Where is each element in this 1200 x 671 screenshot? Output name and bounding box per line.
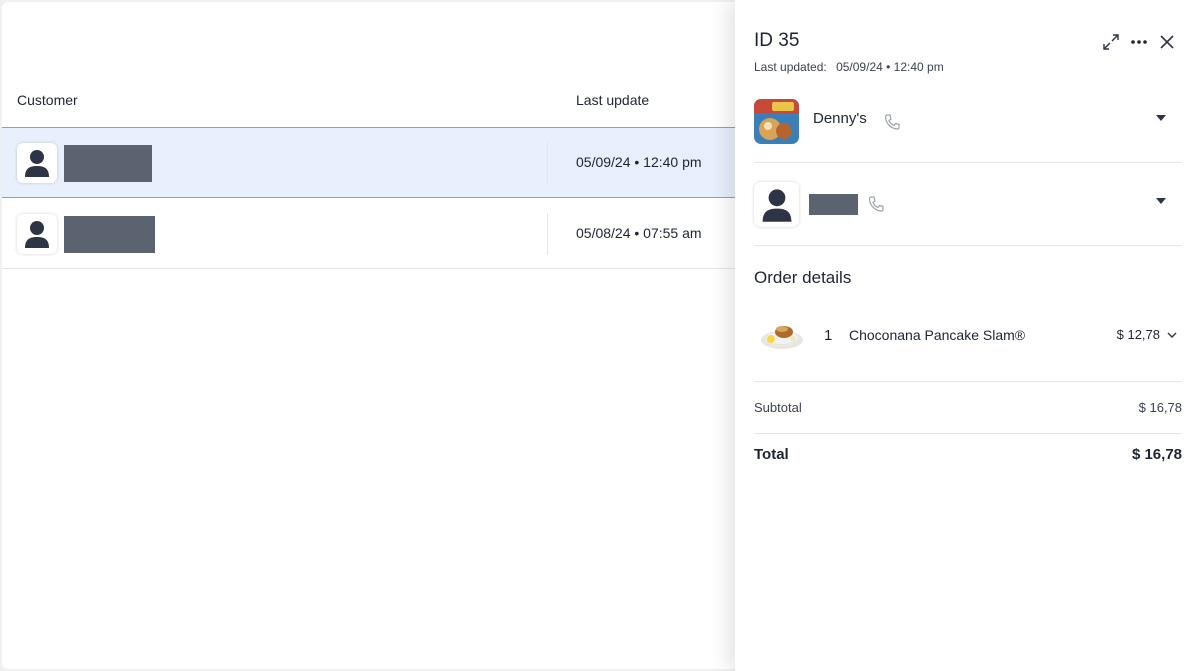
total-label: Total (754, 446, 789, 463)
person-icon (762, 188, 791, 222)
subtotal-value: $ 16,78 (1138, 400, 1182, 415)
last-updated: Last updated: 05/09/24 • 12:40 pm (754, 60, 944, 74)
restaurant-section[interactable]: Denny's (754, 96, 1182, 163)
expand-icon (1103, 34, 1119, 50)
food-image (761, 326, 803, 349)
order-detail-panel: ID 35 Last updated: 05/09/24 • 12:40 pm (735, 0, 1200, 671)
table-header: Customer Last update (2, 70, 742, 128)
panel-title: ID 35 (754, 30, 800, 51)
phone-icon[interactable] (883, 113, 901, 131)
total-row: Total $ 16,78 (754, 434, 1182, 474)
close-icon (1160, 35, 1174, 49)
avatar (754, 182, 799, 227)
more-options-button[interactable] (1127, 30, 1151, 54)
column-divider (547, 213, 548, 255)
avatar (17, 143, 57, 183)
person-icon (25, 150, 49, 177)
column-header-customer[interactable]: Customer (17, 92, 78, 108)
chevron-down-icon[interactable] (1166, 329, 1178, 341)
customer-name-redacted (809, 194, 858, 215)
table-row[interactable]: 05/09/24 • 12:40 pm (2, 128, 742, 198)
column-divider (547, 142, 548, 184)
table-row[interactable]: 05/08/24 • 07:55 am (2, 199, 742, 269)
order-details-title: Order details (754, 268, 852, 287)
restaurant-name: Denny's (813, 110, 867, 127)
last-update-value: 05/08/24 • 07:55 am (576, 225, 702, 241)
phone-icon[interactable] (867, 195, 885, 213)
customer-name-redacted (64, 216, 155, 253)
item-name: Choconana Pancake Slam® (849, 327, 1026, 343)
customer-name-redacted (64, 145, 152, 182)
last-updated-value: 05/09/24 • 12:40 pm (836, 60, 944, 74)
customer-section[interactable] (754, 163, 1182, 246)
last-updated-label: Last updated: (754, 60, 827, 74)
expand-button[interactable] (1099, 30, 1123, 54)
order-item[interactable]: 1 Choconana Pancake Slam® $ 12,78 (754, 310, 1182, 382)
subtotal-row: Subtotal $ 16,78 (754, 383, 1182, 434)
close-button[interactable] (1155, 30, 1179, 54)
caret-down-icon[interactable] (1154, 111, 1168, 125)
more-horizontal-icon (1131, 40, 1147, 44)
subtotal-label: Subtotal (754, 400, 802, 415)
item-price: $ 12,78 (1116, 327, 1160, 342)
item-quantity: 1 (824, 327, 833, 344)
column-header-last-update[interactable]: Last update (576, 92, 649, 108)
caret-down-icon[interactable] (1154, 194, 1168, 208)
avatar (17, 214, 57, 254)
last-update-value: 05/09/24 • 12:40 pm (576, 154, 702, 170)
restaurant-logo (754, 99, 799, 144)
person-icon (25, 221, 49, 248)
total-value: $ 16,78 (1131, 446, 1182, 463)
